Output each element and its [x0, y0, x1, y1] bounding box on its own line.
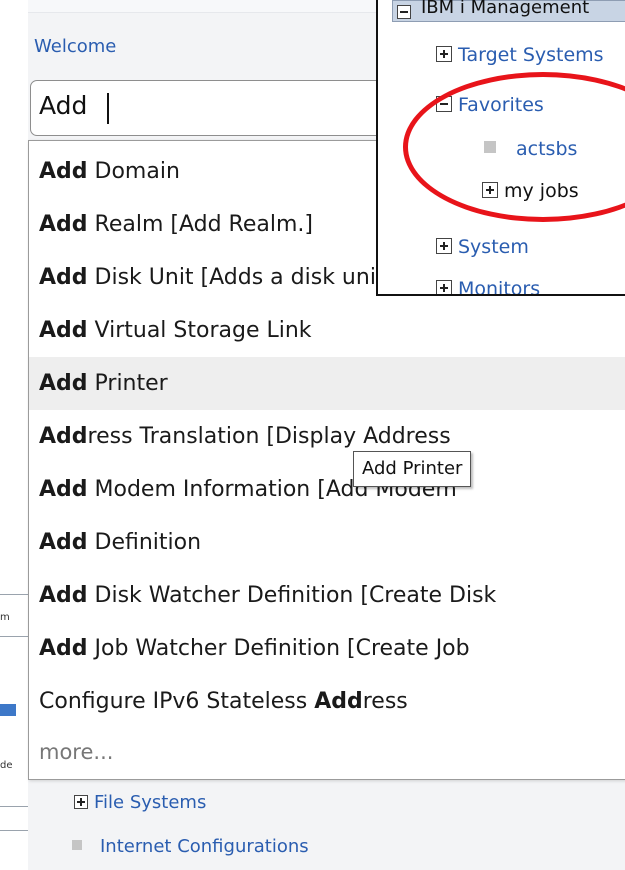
suggestion-rest: Virtual Storage Link — [87, 318, 312, 343]
tree-node-system[interactable]: System — [436, 232, 529, 262]
suggestion-item[interactable]: Add Disk Watcher Definition [Create Disk — [29, 569, 625, 622]
suggestion-item[interactable]: Configure IPv6 Stateless Address — [29, 675, 625, 728]
suggestion-match: Add — [39, 159, 88, 184]
welcome-link[interactable]: Welcome — [34, 36, 116, 57]
expand-plus-icon[interactable] — [436, 238, 452, 254]
suggestion-item-hovered[interactable]: Add Printer — [29, 357, 625, 410]
suggestion-rest: Disk Watcher Definition [Create Disk — [87, 583, 497, 608]
text-caret — [107, 93, 109, 124]
divider — [0, 636, 28, 637]
tree-node-monitors[interactable]: Monitors — [436, 274, 540, 294]
suggestion-item[interactable]: Add Job Watcher Definition [Create Job — [29, 622, 625, 675]
collapse-minus-icon[interactable] — [436, 96, 452, 112]
divider — [0, 830, 28, 831]
suggestion-match: Add — [39, 477, 88, 502]
tree-node-file-systems[interactable]: File Systems — [74, 790, 206, 816]
suggestion-match: Add — [39, 212, 88, 237]
suggestion-rest: Job Watcher Definition [Create Job — [87, 636, 470, 661]
tooltip: Add Printer — [353, 451, 472, 487]
expand-plus-icon[interactable] — [436, 46, 452, 62]
tree-node-internet-configurations[interactable]: Internet Configurations — [72, 834, 309, 860]
suggestion-match: Add — [39, 530, 88, 555]
suggestion-rest: ress — [362, 689, 408, 714]
expand-plus-icon[interactable] — [482, 182, 498, 198]
suggestion-match: Add — [39, 318, 88, 343]
suggestion-rest: Realm [Add Realm.] — [87, 212, 313, 237]
tree-node-actsbs[interactable]: actsbs — [484, 134, 577, 164]
background-text-fragment: m — [0, 612, 10, 623]
tree-node-label[interactable]: File Systems — [94, 792, 206, 813]
suggestion-rest: Definition — [87, 530, 202, 555]
suggestion-match: Add — [314, 689, 363, 714]
inset-zoom-panel: IBM i Management Target Systems Favorite… — [376, 0, 625, 296]
tree-node-label[interactable]: Target Systems — [458, 44, 604, 66]
collapse-minus-icon — [397, 5, 411, 19]
background-text-fragment: de — [0, 760, 13, 771]
suggestion-rest: Disk Unit [Adds a disk unit] — [87, 265, 394, 290]
suggestion-rest: Domain — [87, 159, 180, 184]
tree-node-favorites[interactable]: Favorites — [436, 90, 544, 120]
inset-header-label: IBM i Management — [421, 0, 590, 18]
divider — [0, 806, 28, 807]
leaf-node-icon — [484, 141, 496, 153]
more-link[interactable]: more... — [29, 726, 625, 779]
expand-plus-icon[interactable] — [74, 795, 88, 809]
tree-node-label[interactable]: actsbs — [516, 138, 577, 160]
suggestion-match: Add — [39, 636, 88, 661]
expand-plus-icon[interactable] — [436, 280, 452, 294]
tree-node-label[interactable]: Internet Configurations — [100, 836, 309, 857]
tree-node-label[interactable]: Monitors — [458, 278, 540, 294]
suggestion-rest: ress Translation [Display Address — [87, 424, 451, 449]
suggestion-match: Add — [39, 424, 88, 449]
suggestion-match: Add — [39, 371, 88, 396]
screenshot-stage: m de Welcome Add Add Domain Add Realm [A… — [0, 0, 625, 870]
tree-node-label: my jobs — [504, 180, 579, 202]
search-input-value: Add — [39, 91, 88, 120]
tree-node-label[interactable]: System — [458, 236, 529, 258]
background-window-fragment: m de — [0, 0, 28, 870]
suggestion-match: Add — [39, 583, 88, 608]
suggestion-prefix: Configure IPv6 Stateless — [39, 689, 315, 714]
suggestion-rest: Printer — [87, 371, 168, 396]
background-selection-fragment — [0, 704, 16, 716]
suggestion-item[interactable]: Add Definition — [29, 516, 625, 569]
inset-tree-header: IBM i Management — [392, 0, 625, 22]
tree-node-label[interactable]: Favorites — [458, 94, 544, 116]
leaf-node-icon — [72, 840, 82, 850]
suggestion-item[interactable]: Address Translation [Display Address — [29, 410, 625, 463]
divider — [0, 594, 28, 595]
suggestion-item[interactable]: Add Modem Information [Add Modem — [29, 463, 625, 516]
suggestion-match: Add — [39, 265, 88, 290]
tree-node-my-jobs[interactable]: my jobs — [482, 176, 579, 206]
suggestion-item[interactable]: Add Virtual Storage Link — [29, 304, 625, 357]
tree-node-target-systems[interactable]: Target Systems — [436, 40, 604, 70]
